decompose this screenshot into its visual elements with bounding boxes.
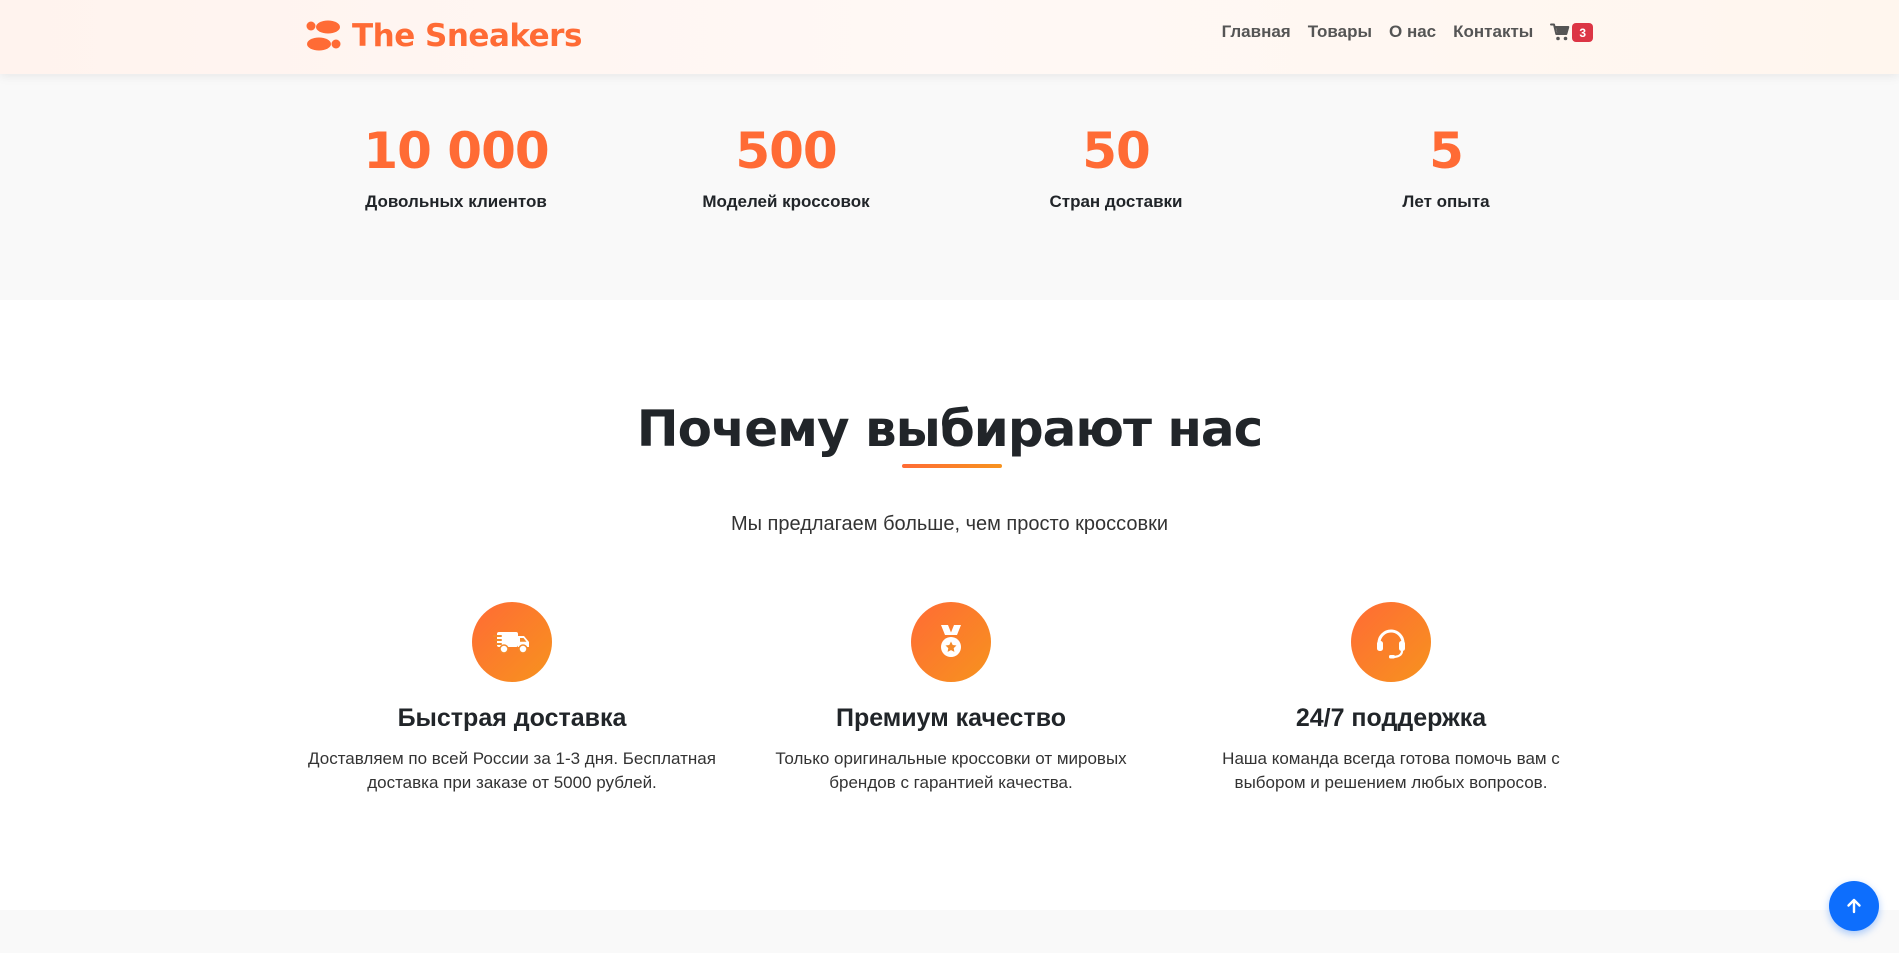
- feature-icon-circle: [911, 602, 991, 682]
- stat-countries: 50 Стран доставки: [951, 74, 1281, 212]
- stat-label: Лет опыта: [1402, 192, 1490, 211]
- stat-value: 500: [735, 122, 837, 180]
- feature-icon-circle: [472, 602, 552, 682]
- brand-name: The Sneakers: [352, 18, 582, 54]
- nav-link-home[interactable]: Главная: [1222, 22, 1291, 42]
- feature-title: Премиум качество: [835, 704, 1067, 732]
- feature-icon-circle: [1351, 602, 1431, 682]
- feature-text: Только оригинальные кроссовки от мировых…: [775, 749, 1127, 792]
- medal-icon: [941, 625, 961, 657]
- feature-card-delivery: Быстрая доставка Доставляем по всей Росс…: [302, 602, 722, 795]
- feature-text: Наша команда всегда готова помочь вам с …: [1222, 749, 1560, 792]
- brand-logo-link[interactable]: The Sneakers: [302, 16, 582, 56]
- nav-link-about[interactable]: О нас: [1389, 22, 1436, 42]
- section-subtitle: Мы предлагаем больше, чем просто кроссов…: [730, 513, 1169, 535]
- stat-clients: 10 000 Довольных клиентов: [291, 74, 621, 212]
- cart-icon: [1550, 23, 1570, 41]
- cart-button[interactable]: 3: [1550, 22, 1593, 42]
- truck-icon: [493, 632, 529, 654]
- stat-label: Довольных клиентов: [365, 192, 547, 211]
- stat-value: 5: [1429, 122, 1464, 180]
- cart-count-badge: 3: [1572, 22, 1593, 42]
- nav-link-products[interactable]: Товары: [1308, 22, 1372, 42]
- feature-card-quality: Премиум качество Только оригинальные кро…: [741, 602, 1161, 795]
- stat-value: 10 000: [363, 122, 549, 180]
- stat-value: 50: [1082, 122, 1151, 180]
- stats-section: 10 000 Довольных клиентов 500 Моделей кр…: [0, 74, 1899, 300]
- headset-icon: [1377, 629, 1405, 659]
- feature-title: 24/7 поддержка: [1295, 704, 1487, 732]
- stat-label: Моделей кроссовок: [702, 192, 870, 211]
- nav-link-contacts[interactable]: Контакты: [1453, 22, 1533, 42]
- main-nav: Главная Товары О нас Контакты 3: [1205, 22, 1593, 42]
- stat-label: Стран доставки: [1049, 192, 1183, 211]
- next-section-edge: [0, 910, 1899, 953]
- feature-card-support: 24/7 поддержка Наша команда всегда готов…: [1181, 602, 1601, 795]
- stat-years: 5 Лет опыта: [1281, 74, 1611, 212]
- features-section: Почему выбирают нас Мы предлагаем больше…: [0, 300, 1899, 910]
- arrow-up-icon: [1847, 898, 1861, 914]
- feature-text: Доставляем по всей России за 1-3 дня. Бе…: [308, 749, 716, 792]
- stat-models: 500 Моделей кроссовок: [621, 74, 951, 212]
- feature-title: Быстрая доставка: [397, 704, 627, 732]
- shoe-prints-icon: [306, 20, 341, 51]
- navbar: The Sneakers Главная Товары О нас Контак…: [0, 0, 1899, 74]
- title-underline: [902, 464, 1002, 468]
- scroll-to-top-button[interactable]: [1829, 881, 1879, 931]
- section-title: Почему выбирают нас: [636, 400, 1264, 458]
